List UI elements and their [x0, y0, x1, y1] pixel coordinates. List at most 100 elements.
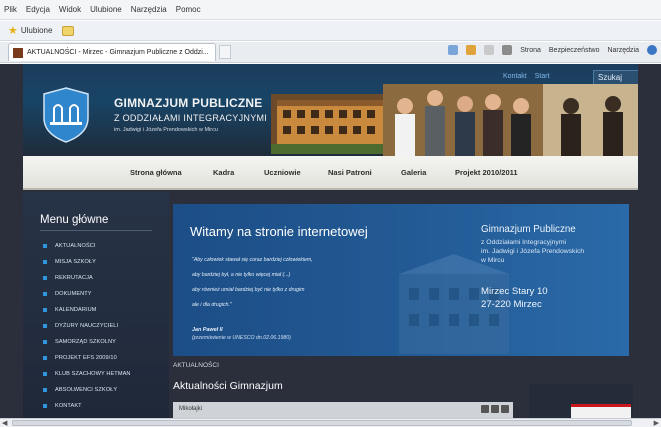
favorites-button[interactable]: Ulubione — [21, 26, 53, 35]
sidebar-item-label: ABSOLWENCI SZKOŁY — [55, 387, 118, 393]
bullet-icon — [43, 372, 47, 376]
print-icon[interactable] — [491, 405, 499, 413]
top-links: Kontakt Start — [503, 73, 550, 80]
quote-source: (przemówienie w UNESCO dn.02.06.1980) — [192, 335, 291, 341]
bullet-icon — [43, 276, 47, 280]
sidebar-item-label: KONTAKT — [55, 403, 82, 409]
tab-title: AKTUALNOŚCI - Mirzec - Gimnazjum Publicz… — [27, 49, 209, 56]
nav-project[interactable]: Projekt 2010/2011 — [455, 168, 518, 177]
sidebar-item-council[interactable]: SAMORZĄD SZKOLNY — [43, 339, 116, 345]
bullet-icon — [43, 292, 47, 296]
start-link[interactable]: Start — [535, 73, 550, 80]
scroll-right-icon[interactable]: ▶ — [654, 419, 659, 427]
right-column — [529, 384, 633, 418]
sidebar-item-label: PROJEKT EFS 2009/10 — [55, 355, 117, 361]
students-photo-image — [383, 84, 638, 156]
sidebar-item-documents[interactable]: DOKUMENTY — [43, 291, 92, 297]
nav-home[interactable]: Strona główna — [130, 168, 182, 177]
sidebar-menu: Menu główne AKTUALNOŚCI MISJA SZKOŁY REK… — [23, 192, 169, 418]
quote-author: Jan Paweł II — [192, 327, 223, 333]
banner-school-sub: w Mircu — [481, 257, 505, 264]
school-name-line3: im. Jadwigi i Józefa Prendowskich w Mirc… — [114, 127, 218, 133]
help-icon[interactable] — [647, 45, 657, 55]
quote-line: "Aby człowiek stawał się coraz bardziej … — [192, 257, 313, 263]
favorites-bar: ★ Ulubione — [0, 21, 661, 41]
menu-view[interactable]: Widok — [59, 5, 81, 14]
welcome-banner: Witamy na stronie internetowej "Aby czło… — [173, 204, 629, 356]
menu-favorites[interactable]: Ulubione — [90, 5, 122, 14]
menu-tools[interactable]: Narzędzia — [131, 5, 167, 14]
browser-menubar: Plik Edycja Widok Ulubione Narzędzia Pom… — [0, 0, 661, 20]
school-name-line2: Z ODDZIAŁAMI INTEGRACYJNYMI — [114, 113, 268, 123]
news-item-header: Mikołajki — [173, 402, 513, 418]
contact-link[interactable]: Kontakt — [503, 73, 527, 80]
menu-file[interactable]: Plik — [4, 5, 17, 14]
menu-edit[interactable]: Edycja — [26, 5, 50, 14]
promo-image[interactable] — [571, 404, 631, 418]
school-building-image — [271, 94, 393, 154]
favorites-star-icon[interactable]: ★ — [8, 24, 18, 37]
sidebar-item-contact[interactable]: KONTAKT — [43, 403, 82, 409]
email-icon[interactable] — [501, 405, 509, 413]
scroll-left-icon[interactable]: ◀ — [2, 419, 7, 427]
add-favorite-icon[interactable] — [62, 25, 75, 36]
horizontal-scrollbar[interactable]: ◀ ▶ — [0, 418, 661, 427]
pdf-icon[interactable] — [481, 405, 489, 413]
sidebar-item-label: DOKUMENTY — [55, 291, 92, 297]
sidebar-item-recruitment[interactable]: REKRUTACJA — [43, 275, 93, 281]
new-tab-button[interactable] — [219, 45, 231, 59]
banner-school-sub: im. Jadwigi i Józefa Prendowskich — [481, 248, 585, 255]
sidebar-item-chess[interactable]: KLUB SZACHOWY HETMAN — [43, 371, 131, 377]
search-input[interactable]: Szukaj — [593, 70, 638, 85]
banner-address-city: 27-220 Mirzec — [481, 299, 542, 310]
school-name[interactable]: GIMNAZJUM PUBLICZNE Z ODDZIAŁAMI INTEGRA… — [114, 96, 267, 133]
school-crest-icon — [43, 87, 89, 143]
browser-tab[interactable]: AKTUALNOŚCI - Mirzec - Gimnazjum Publicz… — [8, 43, 216, 61]
print-icon[interactable] — [502, 45, 513, 55]
bullet-icon — [43, 340, 47, 344]
web-page: Kontakt Start Szukaj GIMNAZJUM PUBLICZNE… — [0, 64, 661, 418]
school-name-line1: GIMNAZJUM PUBLICZNE — [114, 96, 263, 110]
quote-line: ale i dla drugich." — [192, 302, 232, 308]
page-menu[interactable]: Strona — [520, 47, 541, 54]
sidebar-item-label: AKTUALNOŚCI — [55, 243, 96, 249]
banner-address-street: Mirzec Stary 10 — [481, 286, 548, 297]
breadcrumb[interactable]: AKTUALNOŚCI — [173, 362, 219, 369]
bullet-icon — [43, 308, 47, 312]
menu-help[interactable]: Pomoc — [176, 5, 201, 14]
sidebar-item-calendar[interactable]: KALENDARIUM — [43, 307, 97, 313]
bullet-icon — [43, 388, 47, 392]
sidebar-item-label: SAMORZĄD SZKOLNY — [55, 339, 116, 345]
mail-icon[interactable] — [484, 45, 495, 55]
sidebar-item-label: KALENDARIUM — [55, 307, 97, 313]
news-item-actions — [481, 405, 509, 413]
bullet-icon — [43, 356, 47, 360]
nav-gallery[interactable]: Galeria — [401, 168, 426, 177]
nav-patrons[interactable]: Nasi Patroni — [328, 168, 372, 177]
feeds-icon[interactable] — [466, 45, 477, 55]
sidebar-item-label: DYŻURY NAUCZYCIELI — [55, 323, 119, 329]
page-title: Aktualności Gimnazjum — [173, 380, 283, 392]
sidebar-item-label: MISJA SZKOŁY — [55, 259, 96, 265]
sidebar-item-label: REKRUTACJA — [55, 275, 93, 281]
scrollbar-thumb[interactable] — [12, 420, 632, 426]
sidebar-item-duties[interactable]: DYŻURY NAUCZYCIELI — [43, 323, 118, 329]
sidebar-item-news[interactable]: AKTUALNOŚCI — [43, 243, 96, 249]
sidebar-item-mission[interactable]: MISJA SZKOŁY — [43, 259, 96, 265]
tools-menu[interactable]: Narzędzia — [607, 47, 639, 54]
sidebar-item-efs[interactable]: PROJEKT EFS 2009/10 — [43, 355, 117, 361]
site-header: Kontakt Start Szukaj GIMNAZJUM PUBLICZNE… — [23, 64, 638, 156]
home-icon[interactable] — [448, 45, 459, 55]
news-item-title[interactable]: Mikołajki — [179, 406, 202, 412]
quote-line: aby bardziej był, a nie tylko więcej mia… — [192, 272, 291, 278]
nav-students[interactable]: Uczniowie — [264, 168, 301, 177]
nav-staff[interactable]: Kadra — [213, 168, 234, 177]
bullet-icon — [43, 244, 47, 248]
banner-school-sub: z Oddziałami Integracyjnymi — [481, 239, 566, 246]
sidebar-divider — [40, 230, 152, 231]
sidebar-title: Menu główne — [40, 214, 109, 226]
sidebar-item-label: KLUB SZACHOWY HETMAN — [55, 371, 131, 377]
command-bar: Strona Bezpieczeństwo Narzędzia — [448, 45, 657, 55]
safety-menu[interactable]: Bezpieczeństwo — [549, 47, 600, 54]
sidebar-item-alumni[interactable]: ABSOLWENCI SZKOŁY — [43, 387, 117, 393]
